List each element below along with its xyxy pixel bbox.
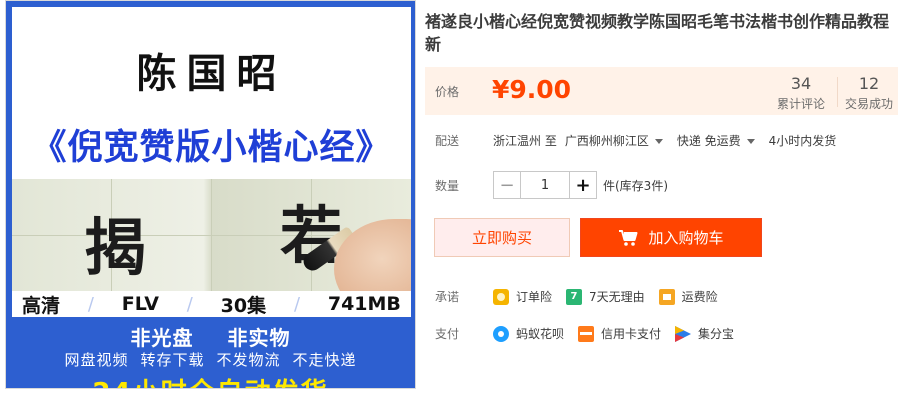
image-header-panel: 陈国昭 《倪宽赞版小楷心经》 [12,7,411,179]
image-calligraphy-photo: 揭 若 [12,179,411,291]
shipping-method-select[interactable]: 快递 免运费 [677,132,769,149]
promise-row: 承诺 订单险 7 7天无理由 运费险 [435,288,732,305]
quantity-row: 数量 − 1 + 件(库存3件) [435,171,668,199]
spec-episodes: 30集 [220,294,267,317]
payment-row: 支付 蚂蚁花呗 信用卡支付 集分宝 [435,325,748,342]
spec-separator: / [186,293,193,315]
promise-item-label: 7天无理由 [589,290,645,304]
stat-divider [837,77,838,107]
buy-now-label: 立即购买 [471,229,532,247]
image-char-1: 揭 [84,211,147,284]
quantity-input[interactable]: 1 [521,171,569,199]
reviews-count: 34 [790,74,812,93]
add-to-cart-button[interactable]: 加入购物车 [580,218,762,257]
promise-7day-return[interactable]: 7 7天无理由 [566,288,645,305]
payment-item-label: 集分宝 [698,327,735,341]
image-notice-line-1: 非光盘 非实物 [6,322,415,351]
shipping-from: 浙江温州 至 [493,134,557,148]
shipping-insurance-icon [658,288,675,305]
buy-now-button[interactable]: 立即购买 [434,218,570,257]
payment-item-label: 蚂蚁花呗 [516,327,565,341]
spec-separator: / [293,293,301,315]
deals-stat: 12 交易成功 [845,74,893,112]
spec-quality: 高清 [22,294,61,317]
promise-shipping-insurance[interactable]: 运费险 [658,288,718,305]
shipping-method: 快递 免运费 [676,134,741,148]
image-author-text: 陈国昭 [136,51,287,97]
image-specs-bar: 高清 / FLV / 30集 / 741MB [12,291,411,317]
reviews-label: 累计评论 [777,97,826,111]
payment-credit-card[interactable]: 信用卡支付 [578,325,661,342]
price-label: 价格 [435,85,460,99]
credit-card-icon [578,325,595,342]
reviews-stat[interactable]: 34 累计评论 [777,74,825,112]
chevron-down-icon [654,139,663,144]
huabei-icon [493,325,509,342]
image-title-text: 《倪宽赞版小楷心经》 [31,128,392,168]
order-insurance-icon [493,288,509,305]
payment-jifenbao[interactable]: 集分宝 [675,325,734,342]
shipping-destination-select[interactable]: 广西柳州柳江区 [565,132,677,149]
product-main-image[interactable]: 陈国昭 《倪宽赞版小楷心经》 揭 若 高清 / FLV / 30集 / 741M… [5,0,416,389]
quantity-increase-button[interactable]: + [569,171,597,199]
payment-label: 支付 [435,327,460,341]
image-notice-line-2: 网盘视频 转存下载 不发物流 不走快递 [6,349,415,370]
quantity-label: 数量 [435,178,460,193]
notice-item: 网盘视频 [64,351,129,369]
notice-item: 不发物流 [216,351,281,369]
quantity-decrease-button[interactable]: − [493,171,521,199]
cart-icon [619,229,638,246]
add-to-cart-label: 加入购物车 [648,229,724,247]
shipping-row: 配送 浙江温州 至 广西柳州柳江区 快递 免运费 4小时内发货 [435,132,836,149]
price-value: ¥9.00 [492,75,572,104]
quantity-stepper: − 1 + [493,171,597,199]
jifenbao-icon [675,325,692,342]
price-box: 价格 ¥9.00 34 累计评论 12 交易成功 [425,67,898,115]
promise-item-label: 订单险 [516,290,553,304]
spec-format: FLV [121,293,159,315]
promise-item-label: 运费险 [681,290,718,304]
shipping-label: 配送 [435,134,460,148]
product-info-panel: 褚遂良小楷心经倪宽赞视频教学陈国昭毛笔书法楷书创作精品教程新 价格 ¥9.00 … [425,0,898,342]
shipping-destination: 广西柳州柳江区 [564,134,649,148]
shipping-dispatch-time: 4小时内发货 [768,134,837,148]
notice-item: 不走快递 [292,351,357,369]
payment-huabei[interactable]: 蚂蚁花呗 [493,325,564,342]
deals-count: 12 [858,74,880,93]
product-title: 褚遂良小楷心经倪宽赞视频教学陈国昭毛笔书法楷书创作精品教程新 [425,12,890,54]
chevron-down-icon [746,139,755,144]
spec-separator: / [87,293,94,315]
spec-size: 741MB [327,293,401,315]
notice-not-physical: 非实物 [227,326,291,350]
seven-day-icon: 7 [566,288,583,305]
image-notice-line-3: 24小时全自动发货 [6,372,415,388]
notice-not-disc: 非光盘 [130,326,194,350]
payment-item-label: 信用卡支付 [601,327,662,341]
deals-label: 交易成功 [845,97,894,111]
notice-item: 转存下载 [140,351,205,369]
stock-text: 件(库存3件) [603,178,668,193]
promise-label: 承诺 [435,290,460,304]
promise-order-insurance[interactable]: 订单险 [493,288,552,305]
